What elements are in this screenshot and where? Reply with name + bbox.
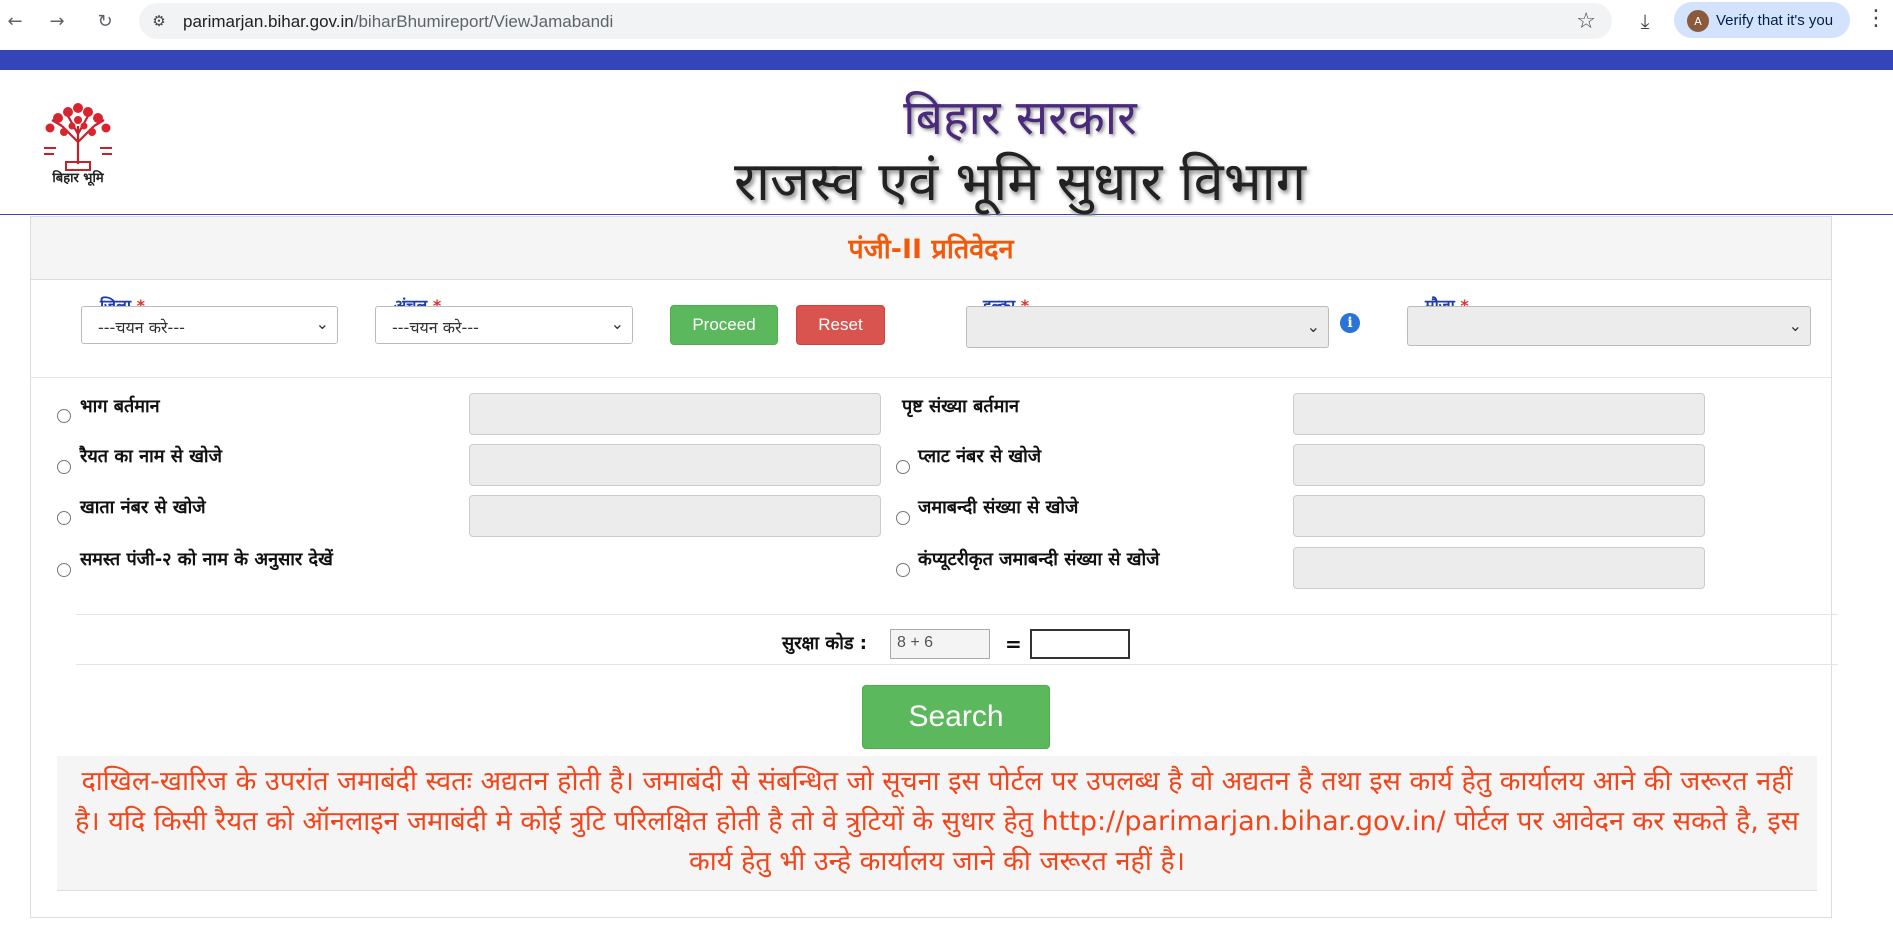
jamabandi-number-input[interactable] bbox=[1293, 495, 1705, 537]
radio-bhag[interactable] bbox=[57, 409, 71, 423]
reload-icon[interactable]: ↻ bbox=[90, 6, 120, 36]
plot-number-input[interactable] bbox=[1293, 444, 1705, 486]
radio-khata-number[interactable] bbox=[57, 511, 71, 525]
site-settings-icon[interactable]: ⚙ bbox=[149, 11, 169, 31]
radio-raiyat-name[interactable] bbox=[57, 460, 71, 474]
option-label: समस्त पंजी-२ को नाम के अनुसार देखें bbox=[80, 549, 333, 570]
avatar: A bbox=[1686, 9, 1710, 33]
radio-all-panji-by-name[interactable] bbox=[57, 563, 71, 577]
panel-heading: पंजी-II प्रतिवेदन bbox=[31, 217, 1831, 280]
khata-number-input[interactable] bbox=[469, 495, 881, 537]
option-label: रैयत का नाम से खोजे bbox=[80, 446, 222, 467]
address-bar[interactable]: ⚙ parimarjan.bihar.gov.in/biharBhumirepo… bbox=[139, 3, 1612, 39]
option-label: प्लाट नंबर से खोजे bbox=[918, 446, 1042, 467]
verify-text: Verify that it's you bbox=[1716, 12, 1834, 29]
browser-toolbar: ← → ↻ ⚙ parimarjan.bihar.gov.in/biharBhu… bbox=[0, 0, 1893, 41]
proceed-button[interactable]: Proceed bbox=[670, 305, 778, 345]
verify-identity-chip[interactable]: A Verify that it's you bbox=[1674, 2, 1850, 38]
divider bbox=[76, 614, 1838, 615]
government-title: बिहार सरकार bbox=[903, 90, 1137, 146]
chevron-down-icon: ⌄ bbox=[1306, 317, 1320, 336]
page-title: पंजी-II प्रतिवेदन bbox=[848, 234, 1014, 265]
mauja-select[interactable]: ⌄ bbox=[1407, 306, 1811, 346]
circle-select-value: ---चयन करे--- bbox=[392, 318, 479, 337]
download-icon[interactable]: ⤓ bbox=[1630, 6, 1660, 36]
captcha-question: 8 + 6 bbox=[890, 629, 990, 659]
reset-button[interactable]: Reset bbox=[796, 305, 885, 345]
bhag-input[interactable] bbox=[469, 393, 881, 435]
site-header: बिहार भूमि बिहार सरकार राजस्व एवं भूमि स… bbox=[0, 70, 1893, 215]
search-button[interactable]: Search bbox=[862, 685, 1050, 749]
page-number-input[interactable] bbox=[1293, 393, 1705, 435]
option-label: जमाबन्दी संख्या से खोजे bbox=[918, 497, 1079, 518]
captcha-label: सुरक्षा कोड : bbox=[782, 633, 867, 654]
notice-text: दाखिल-खारिज के उपरांत जमाबंदी स्वतः अद्य… bbox=[75, 766, 1799, 877]
menu-kebab-icon[interactable]: ⋮ bbox=[1865, 6, 1887, 31]
chevron-down-icon: ⌄ bbox=[1788, 316, 1802, 335]
url-path: /biharBhumireport/ViewJamabandi bbox=[353, 12, 614, 31]
info-icon[interactable]: i bbox=[1340, 313, 1360, 333]
divider bbox=[76, 664, 1838, 665]
radio-computerized-jamabandi[interactable] bbox=[896, 563, 910, 577]
computerized-jamabandi-input[interactable] bbox=[1293, 547, 1705, 589]
url-text[interactable]: parimarjan.bihar.gov.in/biharBhumireport… bbox=[183, 12, 613, 32]
top-color-bar bbox=[0, 50, 1893, 70]
raiyat-name-input[interactable] bbox=[469, 444, 881, 486]
circle-select[interactable]: ---चयन करे--- ⌄ bbox=[375, 306, 633, 344]
back-arrow-icon[interactable]: ← bbox=[0, 6, 30, 36]
option-label: खाता नंबर से खोजे bbox=[80, 497, 206, 518]
option-label: पृष्ट संख्या बर्तमान bbox=[902, 396, 1020, 417]
option-label: कंप्यूटरीकृत जमाबन्दी संख्या से खोजे bbox=[918, 549, 1160, 570]
divider bbox=[31, 377, 1831, 378]
option-label: भाग बर्तमान bbox=[80, 396, 160, 417]
radio-jamabandi-number[interactable] bbox=[896, 511, 910, 525]
forward-arrow-icon[interactable]: → bbox=[42, 6, 72, 36]
captcha-answer-input[interactable] bbox=[1030, 629, 1130, 659]
chevron-down-icon: ⌄ bbox=[315, 314, 329, 333]
chevron-down-icon: ⌄ bbox=[610, 314, 624, 333]
notice-box: दाखिल-खारिज के उपरांत जमाबंदी स्वतः अद्य… bbox=[57, 756, 1817, 891]
district-select[interactable]: ---चयन करे--- ⌄ bbox=[81, 306, 338, 344]
url-host: parimarjan.bihar.gov.in bbox=[183, 12, 354, 31]
department-title: राजस्व एवं भूमि सुधार विभाग bbox=[733, 150, 1307, 213]
district-select-value: ---चयन करे--- bbox=[98, 318, 185, 337]
halka-select[interactable]: ⌄ bbox=[966, 306, 1329, 348]
bookmark-star-icon[interactable]: ☆ bbox=[1576, 9, 1596, 34]
radio-plot-number[interactable] bbox=[896, 460, 910, 474]
equals-sign: = bbox=[1005, 632, 1022, 656]
